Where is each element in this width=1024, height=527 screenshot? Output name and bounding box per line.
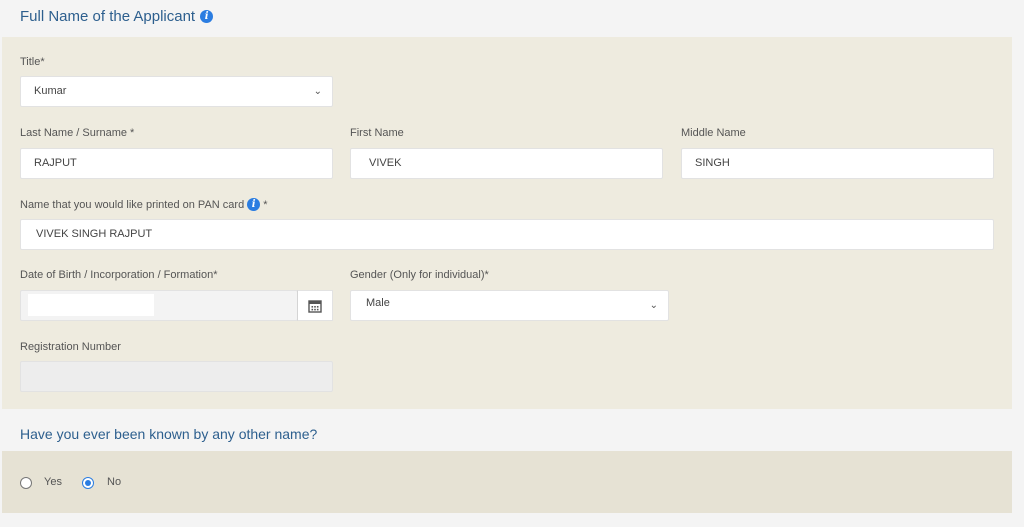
- pan-name-label: Name that you would like printed on PAN …: [20, 198, 245, 211]
- registration-input[interactable]: [20, 361, 333, 392]
- gender-select[interactable]: Male ⌄: [350, 290, 669, 321]
- dob-label: Date of Birth / Incorporation / Formatio…: [20, 269, 218, 281]
- title-label: Title*: [20, 56, 45, 68]
- middle-name-label: Middle Name: [681, 127, 746, 139]
- calendar-icon: [308, 299, 322, 313]
- section-title: Full Name of the Applicant i: [20, 8, 214, 25]
- calendar-button[interactable]: [297, 290, 333, 321]
- title-select[interactable]: Kumar ⌄: [20, 76, 333, 107]
- info-icon[interactable]: i: [247, 198, 261, 211]
- radio-no[interactable]: [82, 477, 94, 489]
- title-select-value: Kumar: [34, 85, 67, 97]
- info-icon[interactable]: i: [200, 10, 214, 23]
- pan-name-label-group: Name that you would like printed on PAN …: [20, 198, 267, 211]
- radio-no-label[interactable]: No: [107, 476, 121, 488]
- section-title-text: Full Name of the Applicant: [20, 8, 196, 25]
- chevron-down-icon: ⌄: [649, 300, 658, 311]
- first-name-input[interactable]: VIVEK: [350, 148, 663, 179]
- gender-label: Gender (Only for individual)*: [350, 269, 489, 281]
- first-name-label: First Name: [350, 127, 404, 139]
- middle-name-input[interactable]: SINGH: [681, 148, 994, 179]
- gender-select-value: Male: [366, 297, 390, 309]
- required-mark: *: [263, 198, 268, 211]
- chevron-down-icon: ⌄: [313, 86, 322, 97]
- radio-yes-label[interactable]: Yes: [44, 476, 62, 488]
- radio-yes[interactable]: [20, 477, 32, 489]
- other-name-panel: [2, 451, 1012, 513]
- last-name-input[interactable]: RAJPUT: [20, 148, 333, 179]
- last-name-label: Last Name / Surname *: [20, 127, 135, 139]
- pan-name-input[interactable]: VIVEK SINGH RAJPUT: [20, 219, 994, 250]
- dob-input-mask: [28, 294, 154, 316]
- registration-label: Registration Number: [20, 341, 121, 353]
- other-name-question: Have you ever been known by any other na…: [20, 426, 318, 442]
